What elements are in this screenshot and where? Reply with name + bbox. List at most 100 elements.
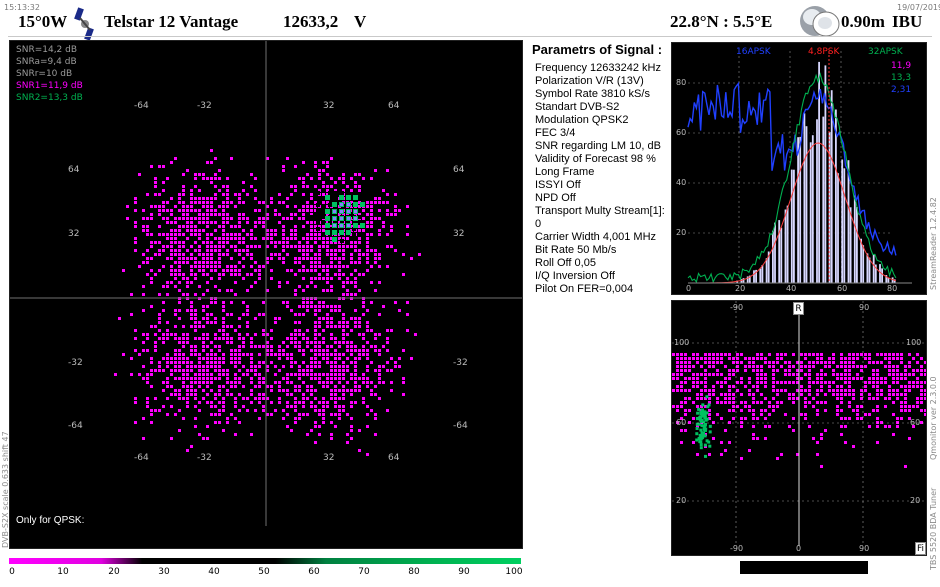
axis-label: 32 (68, 229, 80, 239)
tuner-side-label: Qmonitor ver 2.3.0.0 (929, 376, 938, 460)
phase-plot (672, 301, 926, 546)
param-row: ISSYI Off (535, 179, 581, 191)
hist-legend-48psk: 4,8PSK (808, 47, 840, 57)
axis-label: 32 (323, 453, 335, 463)
axis-label: 32 (453, 229, 465, 239)
eye-top-tick: -90 (730, 303, 744, 312)
hist-x-tick: 40 (786, 284, 797, 293)
param-row: I/Q Inversion Off (535, 270, 615, 282)
hist-x-tick: 20 (735, 284, 746, 293)
axis-label: -64 (453, 421, 468, 431)
axis-label: -64 (134, 453, 149, 463)
hist-x-tick: 80 (887, 284, 898, 293)
snr-1: SNR1=11,9 dB (16, 81, 83, 91)
eye-corner-marker[interactable]: Fi (915, 542, 926, 555)
param-row: Standart DVB-S2 (535, 101, 620, 113)
param-row: Roll Off 0,05 (535, 257, 596, 269)
transponder-frequency: 12633,2 (283, 12, 339, 31)
hist-x-tick: 0 (686, 284, 692, 293)
param-row: Polarization V/R (13V) (535, 75, 644, 87)
color-scale-bar (9, 558, 521, 564)
param-row: FEC 3/4 (535, 127, 576, 139)
color-scale-label: 10 (57, 567, 69, 577)
axis-label: 64 (453, 165, 465, 175)
hist-value-3: 2,31 (891, 85, 912, 95)
satellite-position: 15°0W (18, 12, 68, 31)
eye-bottom-tick: 90 (859, 544, 870, 553)
constellation-plot (10, 41, 522, 526)
dish-type: IBU (892, 12, 923, 31)
param-row: Bit Rate 50 Mb/s (535, 244, 617, 256)
eye-left-tick: 100 (674, 338, 690, 347)
hist-y-tick: 60 (676, 128, 687, 137)
eye-right-tick: 20 (910, 496, 921, 505)
hist-x-tick: 60 (837, 284, 848, 293)
color-scale-label: 70 (358, 567, 370, 577)
transponder-polarization: V (354, 12, 367, 31)
hist-y-tick: 40 (676, 178, 687, 187)
param-row: Long Frame (535, 166, 595, 178)
axis-label: 64 (388, 453, 400, 463)
dish-size: 0.90m (841, 12, 885, 31)
param-row: Symbol Rate 3810 kS/s (535, 88, 650, 100)
snr-2: SNR2=13,3 dB (16, 93, 83, 103)
color-scale-label: 40 (208, 567, 220, 577)
clock-date: 19/07/2019 (897, 3, 940, 12)
eye-bottom-tick: -90 (730, 544, 744, 553)
axis-label: -32 (197, 453, 212, 463)
axis-label: -32 (453, 358, 468, 368)
globe-dish-icon (800, 6, 840, 37)
color-scale-label: 0 (9, 567, 15, 577)
color-scale-label: 30 (158, 567, 170, 577)
hist-legend-16apsk: 16APSK (736, 47, 771, 57)
hist-legend-32apsk: 32APSK (868, 47, 903, 57)
hist-y-tick: 20 (676, 228, 687, 237)
status-bar (740, 561, 868, 574)
satellite-name: Telstar 12 Vantage (104, 12, 239, 31)
color-scale-label: 90 (458, 567, 470, 577)
hist-value-2: 13,3 (891, 73, 912, 83)
hist-value-1: 11,9 (891, 61, 912, 71)
eye-left-tick: 20 (676, 496, 687, 505)
param-row: Pilot On FER=0,004 (535, 283, 634, 295)
eye-bottom-tick: 0 (796, 544, 802, 553)
axis-label: 32 (323, 101, 335, 111)
color-scale-label: 80 (408, 567, 420, 577)
histogram-panel[interactable]: 16APSK 4,8PSK 32APSK 11,9 13,3 2,31 80 6… (671, 42, 927, 295)
eye-top-tick: 90 (859, 303, 870, 312)
axis-label: 64 (388, 101, 400, 111)
eye-left-tick: 60 (676, 418, 687, 427)
param-row: Transport Multy Stream[1]: (535, 205, 665, 217)
eye-right-tick: 100 (906, 338, 922, 347)
eye-right-tick: 60 (910, 418, 921, 427)
eye-top-marker[interactable]: R (793, 302, 804, 315)
constellation-side-label: DVB-S2X scale 0.633 shift 47 (1, 431, 10, 548)
clock-time: 15:13:32 (4, 3, 40, 12)
color-scale-label: 20 (108, 567, 120, 577)
color-scale-label: 100 (505, 567, 523, 577)
hist-y-tick: 80 (676, 78, 687, 87)
snr-total: SNR=14,2 dB (16, 45, 78, 55)
axis-label: -32 (68, 358, 83, 368)
param-row: SNR regarding LM 10, dB (535, 140, 661, 152)
axis-label: -64 (134, 101, 149, 111)
parameters-title: Parametrs of Signal : (532, 42, 663, 57)
param-row: Modulation QPSK2 (535, 114, 629, 126)
histogram-plot (687, 51, 912, 284)
param-row: Frequency 12633242 kHz (535, 62, 661, 74)
constellation-panel[interactable]: SNR=14,2 dB SNRa=9,4 dB SNRr=10 dB SNR1=… (9, 40, 523, 549)
axis-label: -32 (197, 101, 212, 111)
param-row: Carrier Width 4,001 MHz (535, 231, 657, 243)
qpsk-note: Only for QPSK: (16, 515, 85, 526)
param-row: 0 (535, 218, 542, 230)
header-divider (8, 36, 932, 37)
snr-r: SNRr=10 dB (16, 69, 73, 79)
color-scale-label: 50 (258, 567, 270, 577)
axis-label: 64 (68, 165, 80, 175)
snr-a: SNRa=9,4 dB (16, 57, 77, 67)
color-scale-label: 60 (308, 567, 320, 577)
axis-label: -64 (68, 421, 83, 431)
phase-panel[interactable]: R Fi -90 90 -90 0 90 100 60 20 100 60 20 (671, 300, 927, 556)
param-row: Validity of Forecast 98 % (535, 153, 656, 165)
tuner-name-label: TBS 5520 BDA Tuner (929, 487, 938, 570)
